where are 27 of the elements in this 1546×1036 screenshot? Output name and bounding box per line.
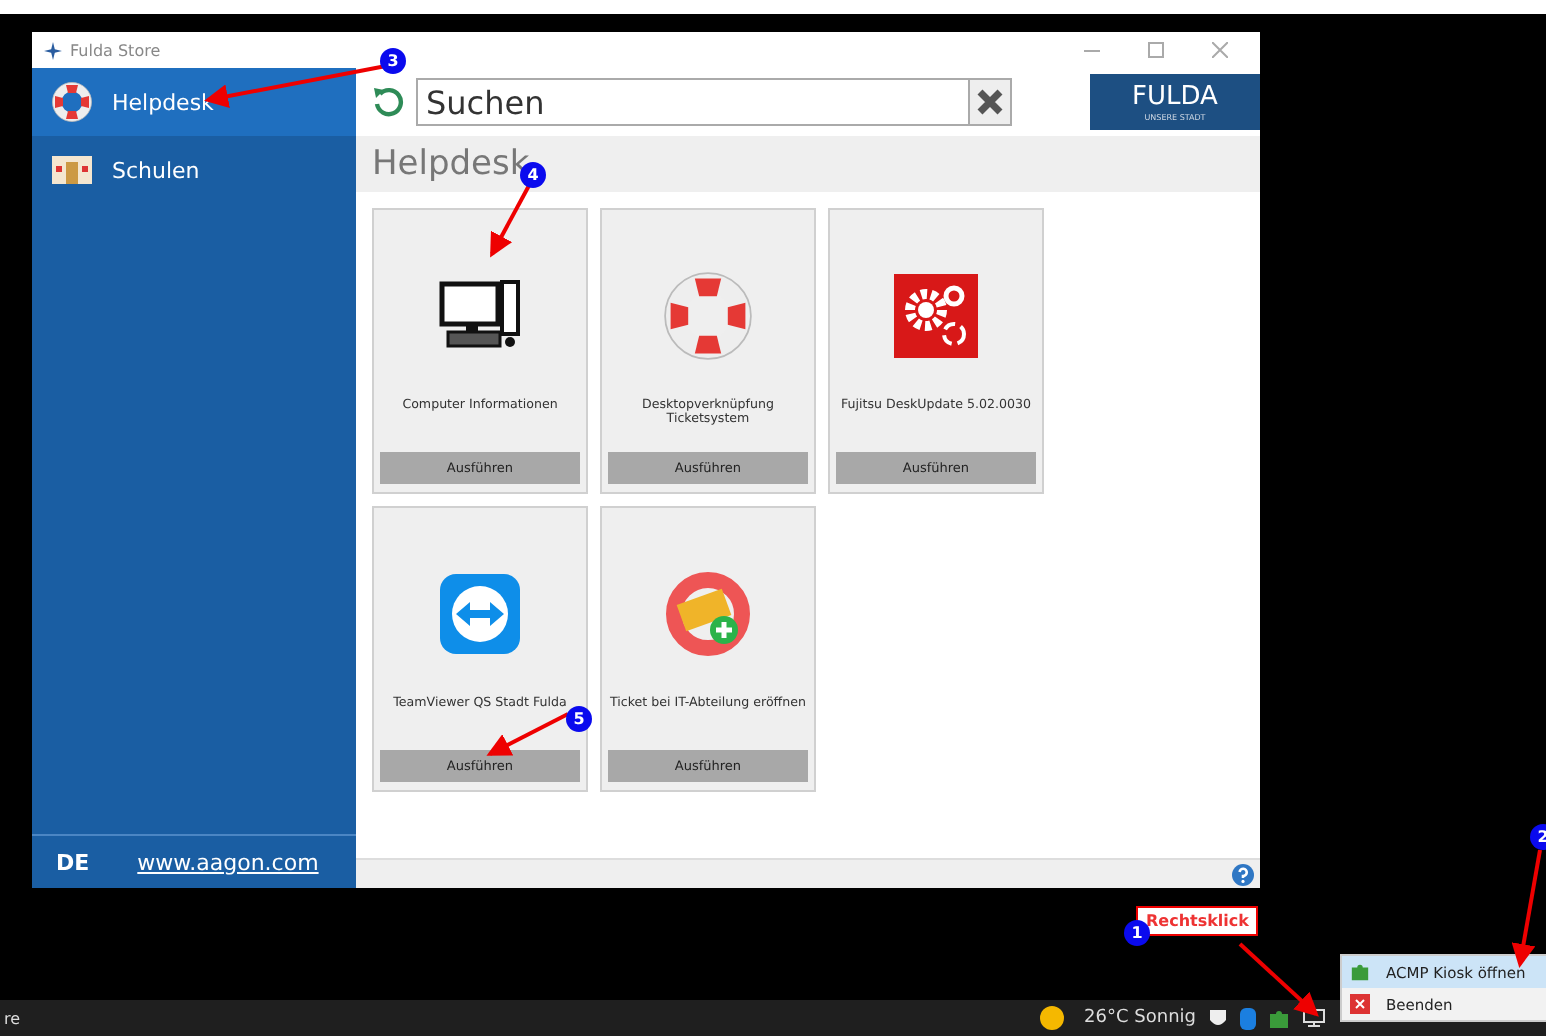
weather-text: 26°C Sonnig: [1084, 1008, 1196, 1028]
annotation-arrow: [486, 712, 569, 756]
building-icon: [52, 156, 92, 184]
shield-icon[interactable]: [1208, 1007, 1228, 1029]
search-field[interactable]: Suchen: [416, 78, 970, 126]
clear-button[interactable]: [970, 78, 1012, 126]
sun-icon: [1040, 1006, 1065, 1030]
refresh-icon[interactable]: [372, 86, 404, 118]
puzzle-icon: [1350, 962, 1370, 982]
step-marker: 1: [1124, 920, 1150, 946]
fleur-icon: [44, 41, 62, 59]
gears-icon: [894, 274, 978, 358]
annotation-arrow: [1238, 942, 1319, 1017]
language-label: DE: [56, 849, 90, 875]
help-icon[interactable]: [1232, 863, 1254, 885]
close-icon: [1350, 994, 1370, 1014]
lifebuoy-icon: [52, 82, 92, 122]
taskbar-app-label: re: [4, 1009, 21, 1027]
sidebar-item[interactable]: Schulen: [32, 136, 356, 204]
annotation-arrow: [1511, 849, 1542, 968]
lifebuoy-icon: [664, 272, 752, 360]
website-link[interactable]: www.aagon.com: [137, 849, 319, 875]
ticket-icon: [664, 570, 752, 658]
window-title: Fulda Store: [70, 41, 163, 59]
puzzle-icon[interactable]: [1268, 1007, 1290, 1029]
clear-icon: [976, 88, 1004, 116]
sidebar-item[interactable]: Helpdesk: [32, 68, 356, 136]
